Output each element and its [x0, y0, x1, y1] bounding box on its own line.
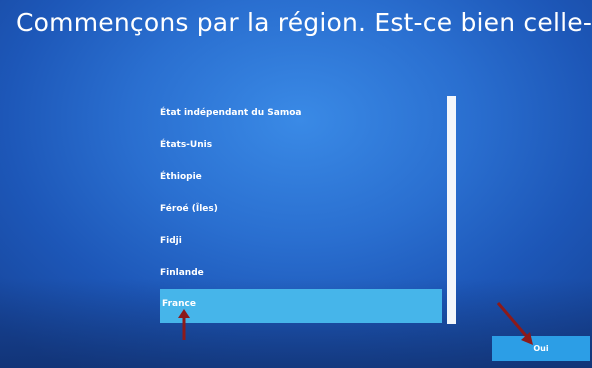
region-item-finlande[interactable]: Finlande: [160, 258, 442, 289]
region-item-france-selected[interactable]: France: [160, 289, 442, 323]
region-item-etats-unis[interactable]: États-Unis: [160, 130, 442, 161]
page-title: Commençons par la région. Est-ce bien ce…: [16, 8, 592, 37]
scrollbar-thumb[interactable]: [447, 96, 456, 324]
region-item-ethiopie[interactable]: Éthiopie: [160, 162, 442, 193]
region-item-feroe[interactable]: Féroé (Îles): [160, 194, 442, 225]
region-list[interactable]: État indépendant du Samoa États-Unis Éth…: [160, 98, 444, 324]
oobe-region-screen: Commençons par la région. Est-ce bien ce…: [0, 0, 592, 368]
region-item-fidji[interactable]: Fidji: [160, 226, 442, 257]
region-list-panel: État indépendant du Samoa États-Unis Éth…: [160, 98, 456, 324]
region-item-samoa[interactable]: État indépendant du Samoa: [160, 98, 442, 129]
oui-button[interactable]: Oui: [492, 336, 590, 361]
region-list-scrollbar[interactable]: [447, 96, 456, 324]
